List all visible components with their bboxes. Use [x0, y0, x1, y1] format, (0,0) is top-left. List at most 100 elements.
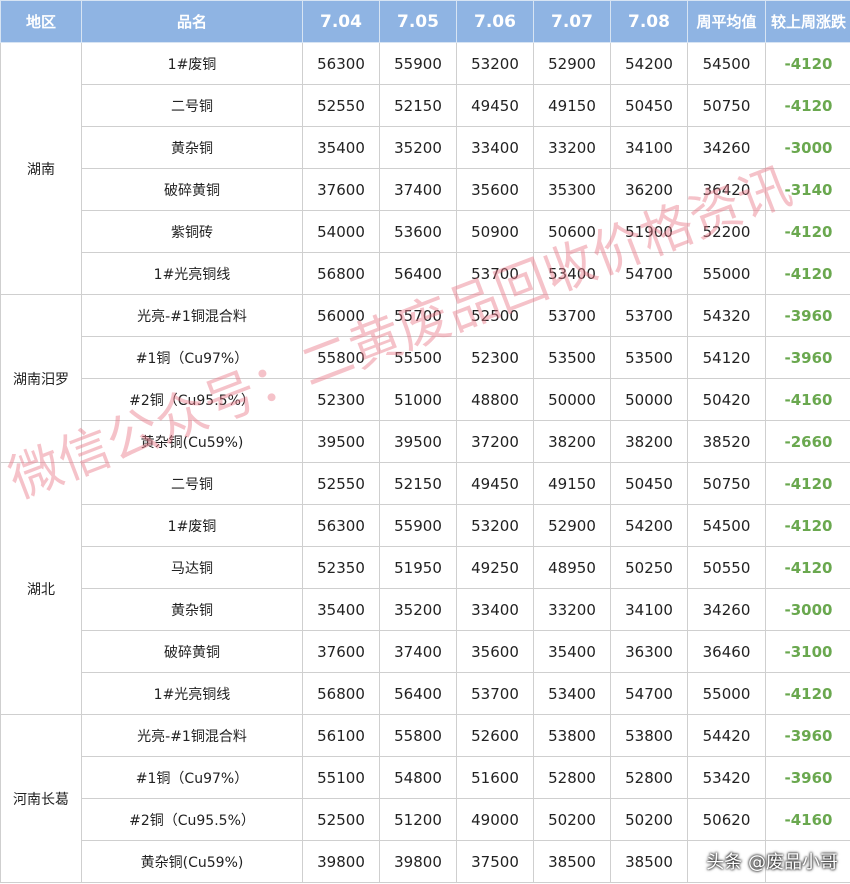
weekly-average-cell: 54120 [687, 336, 766, 379]
daily-price-cell: 55900 [379, 504, 457, 547]
daily-price-cell: 39500 [302, 420, 380, 463]
daily-price-cell: 56300 [302, 42, 380, 85]
daily-price-cell: 49250 [456, 546, 534, 589]
daily-price-cell: 37200 [456, 420, 534, 463]
daily-price-cell: 51200 [379, 798, 457, 841]
daily-price-cell: 52800 [610, 756, 688, 799]
weekly-average-cell: 50550 [687, 546, 766, 589]
daily-price-cell: 52550 [302, 462, 380, 505]
item-name-cell: #2铜（Cu95.5%） [81, 798, 303, 841]
weekly-average-cell: 36420 [687, 168, 766, 211]
region-cell: 湖北 [0, 462, 82, 715]
daily-price-cell: 56100 [302, 714, 380, 757]
daily-price-cell: 33400 [456, 126, 534, 169]
daily-price-cell: 37600 [302, 630, 380, 673]
daily-price-cell: 52800 [533, 756, 611, 799]
table-row: 黄杂铜 35400 35200 33400 33200 34100 34260 -3000 [1, 588, 850, 631]
daily-price-cell: 49150 [533, 84, 611, 127]
daily-price-cell: 50600 [533, 210, 611, 253]
weekly-change-cell: -4160 [765, 798, 850, 841]
weekly-change-cell: -4120 [765, 462, 850, 505]
daily-price-cell: 54200 [610, 504, 688, 547]
weekly-change-cell: -3960 [765, 756, 850, 799]
daily-price-cell: 35300 [533, 168, 611, 211]
daily-price-cell: 55800 [302, 336, 380, 379]
daily-price-cell: 50200 [533, 798, 611, 841]
item-name-cell: #2铜（Cu95.5%） [81, 378, 303, 421]
item-name-cell: 1#废铜 [81, 42, 303, 85]
daily-price-cell: 55900 [379, 42, 457, 85]
header-row: 地区 品名 7.04 7.05 7.06 7.07 7.08 周平均值 较上周涨… [0, 0, 850, 43]
daily-price-cell: 33200 [533, 588, 611, 631]
daily-price-cell: 53800 [533, 714, 611, 757]
table-row: #1铜（Cu97%） 55800 55500 52300 53500 53500 54120… [1, 336, 850, 379]
table-row: 1#光亮铜线 56800 56400 53700 53400 54700 55000 -412… [1, 672, 850, 715]
daily-price-cell: 52500 [302, 798, 380, 841]
table-row: 破碎黄铜 37600 37400 35600 35300 36200 36420 -3140 [1, 168, 850, 211]
header-region: 地区 [0, 0, 82, 43]
daily-price-cell: 52150 [379, 462, 457, 505]
daily-price-cell: 55500 [379, 336, 457, 379]
region-cell: 湖南汨罗 [0, 294, 82, 463]
daily-price-cell: 38500 [610, 840, 688, 883]
weekly-change-cell: -3960 [765, 294, 850, 337]
header-date: 7.06 [456, 0, 534, 43]
daily-price-cell: 56400 [379, 672, 457, 715]
daily-price-cell: 53500 [610, 336, 688, 379]
daily-price-cell: 48950 [533, 546, 611, 589]
weekly-change-cell: -4120 [765, 546, 850, 589]
weekly-average-cell: 52200 [687, 210, 766, 253]
weekly-change-cell: -2660 [765, 420, 850, 463]
daily-price-cell: 53200 [456, 42, 534, 85]
daily-price-cell: 50000 [610, 378, 688, 421]
daily-price-cell: 55800 [379, 714, 457, 757]
daily-price-cell: 56400 [379, 252, 457, 295]
daily-price-cell: 52900 [533, 42, 611, 85]
item-name-cell: 1#光亮铜线 [81, 252, 303, 295]
daily-price-cell: 35600 [456, 168, 534, 211]
daily-price-cell: 51900 [610, 210, 688, 253]
table-row: #2铜（Cu95.5%） 52300 51000 48800 50000 50000 504… [1, 378, 850, 421]
daily-price-cell: 52350 [302, 546, 380, 589]
weekly-average-cell: 54320 [687, 294, 766, 337]
weekly-average-cell: 36460 [687, 630, 766, 673]
header-weekly-average: 周平均值 [687, 0, 766, 43]
daily-price-cell: 39800 [379, 840, 457, 883]
daily-price-cell: 54800 [379, 756, 457, 799]
weekly-average-cell: 54420 [687, 714, 766, 757]
daily-price-cell: 49150 [533, 462, 611, 505]
daily-price-cell: 37400 [379, 168, 457, 211]
daily-price-cell: 56000 [302, 294, 380, 337]
daily-price-cell: 50450 [610, 84, 688, 127]
daily-price-cell: 53700 [610, 294, 688, 337]
item-name-cell: 黄杂铜(Cu59%) [81, 840, 303, 883]
table-row: 湖南汨罗 光亮-#1铜混合料 56000 55700 52500 53700 53700 54… [0, 294, 850, 463]
daily-price-cell: 50900 [456, 210, 534, 253]
item-name-cell: 光亮-#1铜混合料 [81, 294, 303, 337]
table-row: 黄杂铜 35400 35200 33400 33200 34100 34260 -3000 [1, 126, 850, 169]
weekly-average-cell: 54500 [687, 504, 766, 547]
daily-price-cell: 36300 [610, 630, 688, 673]
daily-price-cell: 39800 [302, 840, 380, 883]
daily-price-cell: 54700 [610, 672, 688, 715]
daily-price-cell: 35200 [379, 126, 457, 169]
daily-price-cell: 33200 [533, 126, 611, 169]
daily-price-cell: 50200 [610, 798, 688, 841]
daily-price-cell: 52550 [302, 84, 380, 127]
weekly-change-cell: -4120 [765, 84, 850, 127]
header-date: 7.07 [533, 0, 611, 43]
daily-price-cell: 54700 [610, 252, 688, 295]
daily-price-cell: 52900 [533, 504, 611, 547]
daily-price-cell: 50250 [610, 546, 688, 589]
daily-price-cell: 37600 [302, 168, 380, 211]
header-date: 7.05 [379, 0, 457, 43]
weekly-change-cell: -4120 [765, 672, 850, 715]
item-name-cell: 马达铜 [81, 546, 303, 589]
daily-price-cell: 39500 [379, 420, 457, 463]
weekly-average-cell: 55000 [687, 252, 766, 295]
item-name-cell: 黄杂铜 [81, 588, 303, 631]
daily-price-cell: 53400 [533, 252, 611, 295]
daily-price-cell: 53600 [379, 210, 457, 253]
table-row: 湖北 二号铜 52550 52150 49450 49150 50450 50750 -4120 [0, 462, 850, 715]
item-name-cell: 二号铜 [81, 84, 303, 127]
